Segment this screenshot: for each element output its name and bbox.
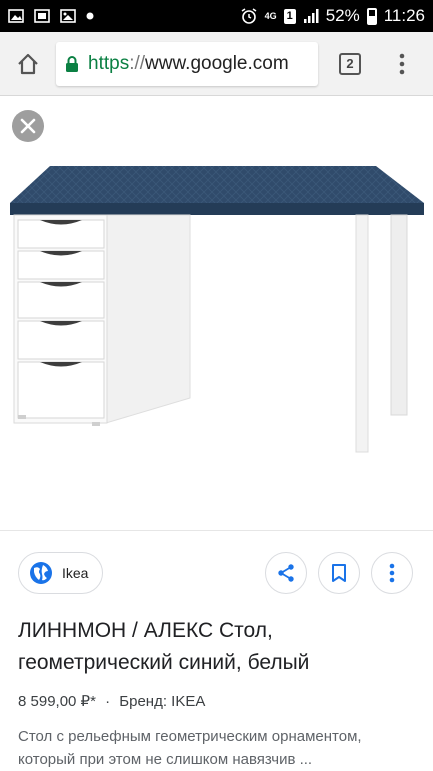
share-button[interactable] (265, 552, 307, 594)
brand: Бренд: IKEA (119, 693, 206, 710)
status-bar: 4G 1 52% 11:26 (0, 0, 433, 32)
battery-icon (366, 7, 377, 25)
url-separator: :// (129, 52, 146, 74)
home-button[interactable] (0, 36, 56, 92)
result-title-line-2: геометрический синий, белый (18, 651, 310, 674)
result-card: Ikea ЛИННМОН / АЛЕКС Стол, геометрически… (0, 530, 433, 770)
more-options-button[interactable] (371, 552, 413, 594)
tab-switcher-button[interactable]: 2 (318, 36, 382, 92)
photo-icon (60, 9, 76, 23)
description-line-1: Стол с рельефным геометрическим орнамент… (18, 728, 362, 745)
battery-percent: 52% (325, 6, 360, 25)
source-chip[interactable]: Ikea (18, 552, 104, 594)
browser-toolbar: https://www.google.com 2 (0, 32, 433, 96)
globe-icon (30, 562, 52, 584)
address-bar[interactable]: https://www.google.com (56, 41, 318, 86)
home-icon (18, 53, 38, 74)
result-title[interactable]: ЛИННМОН / АЛЕКС Стол, геометрический син… (18, 615, 418, 679)
gallery-icon (8, 9, 24, 23)
sim-indicator: 1 (283, 8, 296, 24)
screenshot-icon (34, 9, 50, 23)
share-icon (278, 564, 294, 582)
result-description: Стол с рельефным геометрическим орнамент… (18, 725, 423, 771)
overflow-menu-button[interactable] (382, 36, 422, 92)
url-host: www.google.com (145, 52, 289, 74)
product-image (10, 166, 424, 453)
bookmark-icon (332, 564, 346, 582)
network-type: 4G (264, 10, 277, 21)
result-title-line-1: ЛИННМОН / АЛЕКС Стол, (18, 619, 273, 642)
clock: 11:26 (383, 6, 425, 25)
result-meta: 8 599,00 ₽* · Бренд: IKEA (18, 692, 205, 710)
signal-icon (303, 9, 319, 23)
price: 8 599,00 ₽* (18, 693, 96, 710)
meta-separator: · (105, 693, 111, 710)
overflow-menu-icon (399, 53, 405, 74)
url-scheme: https (88, 52, 130, 74)
more-vert-icon (389, 563, 395, 583)
source-label: Ikea (62, 565, 89, 581)
image-viewer[interactable] (0, 96, 433, 530)
tab-count: 2 (339, 52, 361, 75)
alarm-icon (241, 8, 257, 24)
description-line-2: который при этом не слишком навязчив ... (18, 751, 313, 768)
more-notifications-icon (86, 12, 94, 20)
lock-icon (66, 55, 78, 72)
bookmark-button[interactable] (318, 552, 360, 594)
